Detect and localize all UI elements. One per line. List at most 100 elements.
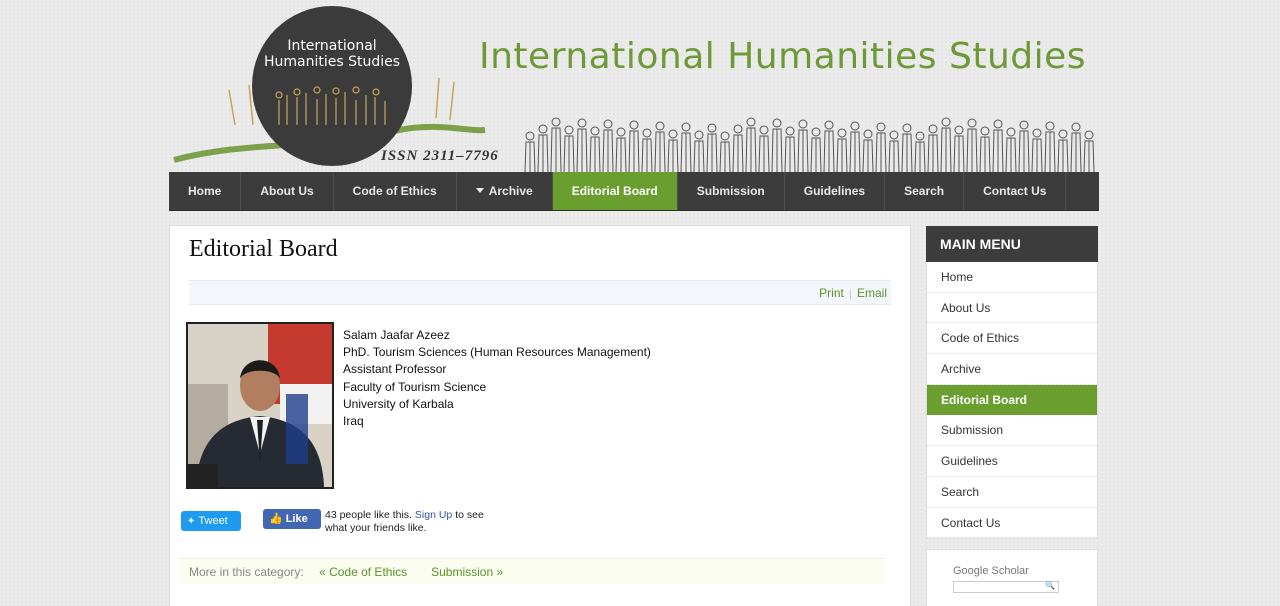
nav-code-of-ethics[interactable]: Code of Ethics — [334, 172, 457, 210]
sidebar-item-guidelines[interactable]: Guidelines — [927, 446, 1097, 477]
crowd-figure-body — [875, 132, 887, 172]
nav-about-us[interactable]: About Us — [241, 172, 334, 210]
crowd-figure-head — [1058, 129, 1068, 139]
crowd-figure-head — [681, 122, 691, 132]
crowd-figure-body — [1044, 131, 1056, 172]
crowd-figure-head — [993, 119, 1003, 129]
crowd-figure-body — [667, 139, 679, 172]
crowd-figure-head — [577, 118, 587, 128]
scholar-search-input[interactable] — [953, 581, 1059, 593]
tools-separator: | — [848, 286, 852, 300]
crowd-figure-head — [694, 130, 704, 140]
more-label: More in this category: — [189, 565, 304, 579]
crowd-figure-body — [901, 133, 913, 172]
crowd-figure-body — [862, 139, 874, 172]
crowd-figure-body — [589, 136, 601, 172]
crowd-figure-head — [941, 117, 951, 127]
nav-submission[interactable]: Submission — [678, 172, 785, 210]
crowd-figure-head — [954, 125, 964, 135]
crowd-figure-head — [798, 119, 808, 129]
crowd-figure-body — [1083, 140, 1095, 172]
crowd-figure-head — [1045, 121, 1055, 131]
editor-title: Assistant Professor — [343, 362, 447, 377]
editor-faculty: Faculty of Tourism Science — [343, 379, 487, 394]
crowd-figure-head — [733, 124, 743, 134]
crowd-figure-body — [966, 128, 978, 172]
sidebar-item-search[interactable]: Search — [927, 477, 1097, 508]
crowd-figure-head — [772, 118, 782, 128]
crowd-figure-body — [953, 135, 965, 172]
crowd-figure-head — [538, 124, 548, 134]
crowd-figure-body — [771, 128, 783, 172]
print-link[interactable]: Print — [819, 286, 844, 300]
crowd-figure-head — [1071, 122, 1081, 132]
crowd-figure-body — [940, 127, 952, 172]
main-nav: Home About Us Code of Ethics Archive Edi… — [169, 172, 1099, 211]
crowd-figure-head — [655, 121, 665, 131]
sidebar-item-code-of-ethics[interactable]: Code of Ethics — [927, 323, 1097, 355]
crowd-figure-body — [680, 132, 692, 172]
article: Editorial Board Print | Email Salam Jaafar… — [169, 225, 911, 606]
crowd-figure-head — [876, 122, 886, 132]
nav-archive[interactable]: Archive — [457, 172, 553, 210]
logo-figures — [275, 86, 386, 125]
crowd-figure-body — [693, 140, 705, 172]
profile-photo — [186, 322, 334, 489]
crowd-figure-body — [784, 136, 796, 172]
email-link[interactable]: Email — [857, 286, 887, 300]
facebook-like-button[interactable]: 👍 Like — [263, 509, 321, 529]
caret-down-icon — [475, 188, 484, 194]
logo-text: International Humanities Studies — [263, 38, 401, 70]
sidebar-item-home[interactable]: Home — [927, 262, 1097, 293]
crowd-figure-body — [615, 137, 627, 172]
crowd-figure-head — [902, 123, 912, 133]
google-scholar-logo: Google Scholar — [953, 565, 1029, 577]
next-article-link[interactable]: Submission » — [431, 565, 503, 579]
site-header: International Humanities Studies ISSN 23… — [169, 0, 1099, 172]
sidebar-item-archive[interactable]: Archive — [927, 354, 1097, 385]
crowd-figure-head — [629, 120, 639, 130]
issn-label: ISSN 2311–7796 — [381, 148, 499, 164]
search-icon[interactable]: 🔍 — [1045, 581, 1055, 590]
twitter-bird-icon: ✦ — [187, 516, 196, 527]
fb-signup-link[interactable]: Sign Up — [415, 509, 452, 521]
crowd-figure-head — [525, 131, 535, 141]
crowd-figure-head — [642, 128, 652, 138]
crowd-figure-head — [1032, 128, 1042, 138]
crowd-figure-head — [720, 131, 730, 141]
crowd-figure-head — [564, 125, 574, 135]
nav-editorial-board[interactable]: Editorial Board — [552, 172, 678, 210]
nav-archive-label: Archive — [488, 184, 533, 198]
page-title: Editorial Board — [189, 236, 338, 262]
crowd-figure-body — [576, 128, 588, 172]
crowd-figure-head — [590, 126, 600, 136]
sidebar-menu: Home About Us Code of Ethics Archive Edi… — [926, 262, 1098, 540]
crowd-figure-body — [992, 129, 1004, 172]
tweet-button[interactable]: ✦ Tweet — [181, 511, 241, 531]
crowd-figure-body — [719, 141, 731, 172]
crowd-figure-body — [914, 141, 926, 172]
crowd-figure-body — [732, 134, 744, 172]
sidebar-item-submission[interactable]: Submission — [927, 415, 1097, 447]
crowd-figure-body — [1031, 138, 1043, 172]
crowd-figure-head — [928, 124, 938, 134]
crowd-figure-head — [837, 128, 847, 138]
crowd-figure-body — [602, 129, 614, 172]
prev-article-link[interactable]: « Code of Ethics — [319, 565, 407, 579]
crowd-figure-body — [797, 129, 809, 172]
nav-home[interactable]: Home — [169, 172, 242, 210]
crowd-figure-head — [668, 129, 678, 139]
crowd-figure-body — [641, 138, 653, 172]
crowd-figure-head — [603, 119, 613, 129]
nav-contact-us[interactable]: Contact Us — [964, 172, 1067, 210]
crowd-figure-body — [927, 134, 939, 172]
crowd-figure-body — [745, 127, 757, 172]
crowd-figure-body — [823, 130, 835, 172]
sidebar: MAIN MENU Home About Us Code of Ethics A… — [926, 226, 1098, 540]
sidebar-item-contact-us[interactable]: Contact Us — [927, 508, 1097, 539]
sidebar-item-about-us[interactable]: About Us — [927, 293, 1097, 324]
nav-guidelines[interactable]: Guidelines — [785, 172, 886, 210]
nav-search[interactable]: Search — [885, 172, 965, 210]
crowd-figure-head — [746, 117, 756, 127]
sidebar-item-editorial-board[interactable]: Editorial Board — [927, 384, 1097, 416]
